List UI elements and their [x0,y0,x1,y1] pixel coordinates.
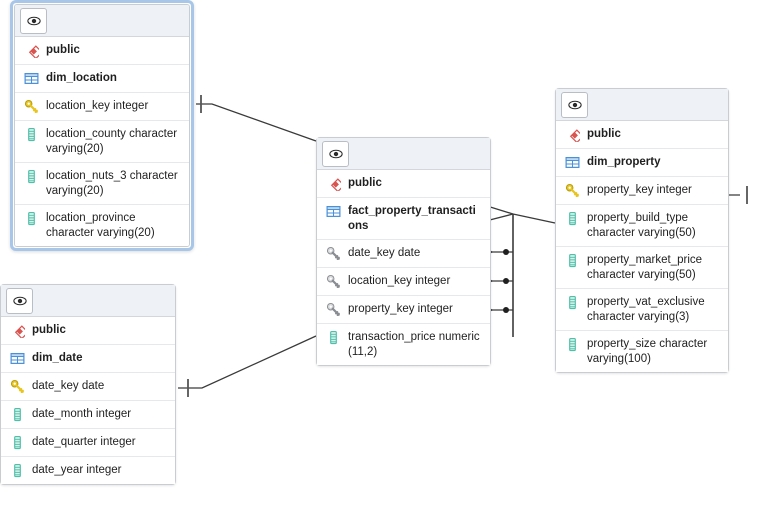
column-name: transaction_price numeric (11,2) [348,331,480,358]
column-name: property_build_type character varying(50… [587,212,696,239]
table-name: dim_date [32,352,83,364]
entity-body: public dim_location location_key integer lo… [14,4,190,247]
table-name: dim_property [587,156,661,168]
table-icon [565,157,580,168]
column-row[interactable]: property_build_type character varying(50… [556,205,728,247]
column-icon [569,211,576,226]
column-row[interactable]: location_nuts_3 character varying(20) [15,163,189,205]
eye-icon [328,149,343,159]
column-name: location_nuts_3 character varying(20) [46,170,178,197]
schema-icon [330,178,341,191]
column-icon [28,169,35,184]
table-name-row[interactable]: dim_location [15,65,189,93]
primary-key-icon [10,379,24,393]
column-name: property_market_price character varying(… [587,254,703,281]
column-row[interactable]: location_county character varying(20) [15,121,189,163]
table-name-row[interactable]: dim_property [556,149,728,177]
column-icon [14,435,21,450]
column-row[interactable]: date_quarter integer [1,429,175,457]
visibility-toggle-button[interactable] [6,288,33,314]
schema-icon [14,325,25,338]
foreign-key-icon [326,274,340,288]
column-row[interactable]: location_key integer [317,268,490,296]
table-icon [10,353,25,364]
schema-name: public [32,324,66,336]
table-name: dim_location [46,72,117,84]
column-icon [28,127,35,142]
schema-icon [28,45,39,58]
foreign-key-icon [326,246,340,260]
column-icon [330,330,337,345]
table-name-row[interactable]: fact_property_transactions [317,198,490,240]
column-row[interactable]: property_key integer [317,296,490,324]
schema-row[interactable]: public [1,317,175,345]
schema-name: public [348,177,382,189]
primary-key-icon [565,183,579,197]
edge-dim-location-to-fact [196,95,317,142]
schema-row[interactable]: public [15,37,189,65]
column-row[interactable]: property_vat_exclusive character varying… [556,289,728,331]
eye-icon [26,16,41,26]
schema-name: public [587,128,621,140]
entity-dim-property[interactable]: public dim_property property_key integer pr… [555,88,729,373]
primary-key-icon [24,99,38,113]
visibility-toggle-button[interactable] [20,8,47,34]
column-name: property_key integer [587,184,692,196]
column-row[interactable]: date_key date [1,373,175,401]
column-name: property_key integer [348,303,453,315]
entity-header [317,138,490,170]
table-icon [24,73,39,84]
entity-dim-location[interactable]: public dim_location location_key integer lo… [10,0,194,251]
column-row[interactable]: date_key date [317,240,490,268]
column-name: date_key date [348,247,421,259]
column-name: location_key integer [348,275,451,287]
column-icon [569,253,576,268]
column-row[interactable]: date_year integer [1,457,175,484]
table-icon [326,206,341,217]
column-row[interactable]: property_market_price character varying(… [556,247,728,289]
entity-fact-property-transactions[interactable]: public fact_property_transactions date_key… [316,137,491,366]
schema-icon [569,129,580,142]
column-row[interactable]: property_size character varying(100) [556,331,728,372]
table-name-row[interactable]: dim_date [1,345,175,373]
column-row[interactable]: location_key integer [15,93,189,121]
table-name: fact_property_transactions [348,205,476,232]
schema-row[interactable]: public [556,121,728,149]
edge-dim-date-to-fact [178,335,317,397]
column-name: location_province character varying(20) [46,212,155,239]
eye-icon [12,296,27,306]
column-name: date_month integer [32,408,132,420]
entity-header [556,89,728,121]
column-name: date_key date [32,380,105,392]
visibility-toggle-button[interactable] [322,141,349,167]
column-row[interactable]: property_key integer [556,177,728,205]
column-icon [569,337,576,352]
column-icon [569,295,576,310]
column-name: date_quarter integer [32,436,136,448]
schema-name: public [46,44,80,56]
eye-icon [567,100,582,110]
column-name: property_vat_exclusive character varying… [587,296,705,323]
column-name: location_county character varying(20) [46,128,178,155]
entity-dim-date[interactable]: public dim_date date_key date date_month in… [0,284,176,485]
column-name: date_year integer [32,464,122,476]
visibility-toggle-button[interactable] [561,92,588,118]
column-name: location_key integer [46,100,149,112]
column-icon [14,407,21,422]
schema-row[interactable]: public [317,170,490,198]
column-name: property_size character varying(100) [587,338,708,365]
foreign-key-icon [326,302,340,316]
entity-header [1,285,175,317]
column-row[interactable]: date_month integer [1,401,175,429]
column-icon [14,463,21,478]
column-row[interactable]: location_province character varying(20) [15,205,189,246]
entity-header [15,5,189,37]
column-row[interactable]: transaction_price numeric (11,2) [317,324,490,365]
column-icon [28,211,35,226]
